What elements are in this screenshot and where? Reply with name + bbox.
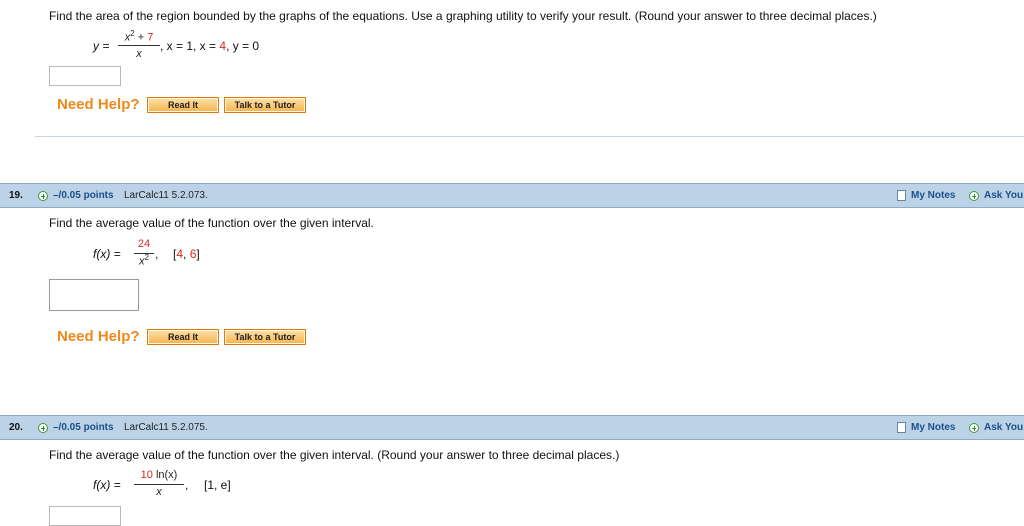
q20-ask-link[interactable]: Ask You [984,422,1023,433]
q19-f-numerator: 24 [137,238,151,250]
q20-prompt: Find the average value of the function o… [49,448,620,462]
q19-read-it-button[interactable]: Read It [147,329,219,345]
q18-bottom-rule [35,136,1024,137]
q19-ask-link[interactable]: Ask You [984,190,1023,201]
q18-eq-conditions: , x = 1, x = 4, y = 0 [160,39,260,53]
q20-f-lhs: f(x) = [93,478,121,492]
expand-plus-icon[interactable] [38,191,48,201]
q19-f-comma: , [155,247,159,261]
q18-need-help-label: Need Help? [57,96,140,113]
q18-eq-numerator: x2 + 7 [124,29,154,44]
q20-f-denominator: x [156,486,162,498]
q18-fraction-bar [118,45,160,46]
q20-points: –/0.05 points [53,422,114,433]
q18-read-it-button[interactable]: Read It [147,97,219,113]
q20-f-comma: , [185,478,189,492]
q20-f-numerator: 10 ln(x) [140,469,178,481]
ask-plus-icon[interactable] [969,423,979,433]
q19-f-denominator: x2 [139,253,149,268]
q19-header-bar: 19. –/0.05 points LarCalc11 5.2.073. My … [0,183,1024,208]
q20-my-notes-link[interactable]: My Notes [911,422,955,433]
notes-icon[interactable] [897,190,906,201]
q18-eq-denominator: x [136,48,142,60]
q19-talk-tutor-button[interactable]: Talk to a Tutor [224,329,306,345]
q20-fraction-bar [134,484,184,485]
q19-prompt: Find the average value of the function o… [49,216,374,230]
q20-interval: [1, e] [204,478,231,492]
q18-prompt: Find the area of the region bounded by t… [49,9,877,23]
q20-number: 20. [9,422,23,433]
q18-eq-lhs: y = [93,39,110,53]
q18-answer-field[interactable] [49,66,121,86]
q19-reference: LarCalc11 5.2.073. [124,190,208,201]
q19-number: 19. [9,190,23,201]
q19-interval: [4, 6] [173,247,200,261]
q18-talk-tutor-button[interactable]: Talk to a Tutor [224,97,306,113]
q19-answer-field[interactable] [49,279,139,311]
q19-f-lhs: f(x) = [93,247,121,261]
q20-header-bar: 20. –/0.05 points LarCalc11 5.2.075. My … [0,415,1024,440]
q19-my-notes-link[interactable]: My Notes [911,190,955,201]
notes-icon[interactable] [897,422,906,433]
ask-plus-icon[interactable] [969,191,979,201]
q19-need-help-label: Need Help? [57,328,140,345]
q20-reference: LarCalc11 5.2.075. [124,422,208,433]
q19-points: –/0.05 points [53,190,114,201]
expand-plus-icon[interactable] [38,423,48,433]
q20-answer-field[interactable] [49,506,121,526]
